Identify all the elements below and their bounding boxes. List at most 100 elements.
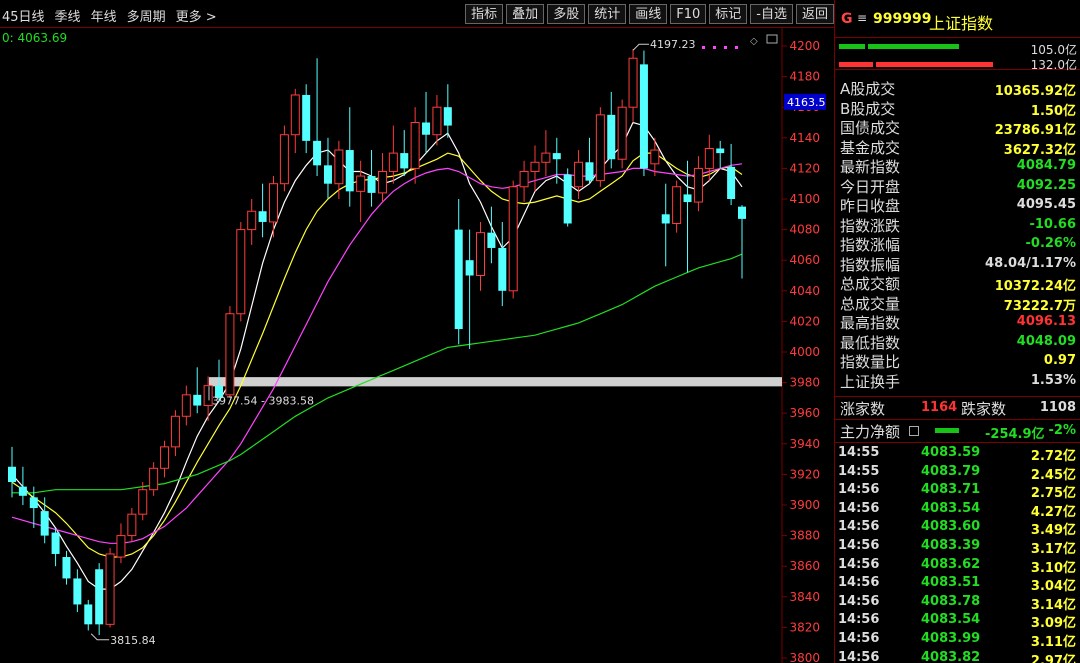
minimize-icon (766, 34, 778, 44)
tick-amount: 3.04亿 (1030, 579, 1076, 595)
quote-row: 指数量比 0.97 (835, 351, 1080, 371)
quote-value: 4092.25 (1016, 177, 1076, 193)
candle-body (29, 497, 38, 509)
expand-icon[interactable] (909, 426, 919, 436)
price-tick-label: 4000 (789, 345, 820, 359)
tick-price: 4083.59 (921, 445, 981, 460)
period-tab[interactable]: 45日线 (2, 6, 45, 25)
kline-chart[interactable]: 4200418041604140412041004080406040404020… (0, 28, 834, 663)
quote-row: 总成交额 10372.24亿 (835, 273, 1080, 294)
ma-line-3 (12, 253, 743, 494)
quote-value: 4084.79 (1016, 158, 1076, 173)
period-tab[interactable]: 更多 > (176, 6, 217, 25)
toolbar-button[interactable]: 多股 (547, 4, 586, 24)
candle-body (454, 229, 463, 330)
tick-row: 14:55 4083.59 2.72亿 (835, 444, 1080, 464)
quote-value: 73222.7万 (1003, 298, 1076, 314)
candle-body (356, 175, 366, 192)
quote-label: 指数量比 (840, 353, 901, 371)
toolbar-button[interactable]: 画线 (629, 4, 668, 24)
ma-line-2 (11, 163, 743, 544)
period-tab[interactable]: 年线 (91, 6, 117, 25)
quote-value: 10365.92亿 (994, 84, 1076, 99)
quote-label: 最新指数 (840, 158, 901, 176)
tick-time: 14:56 (838, 612, 880, 628)
tick-price: 4083.71 (921, 482, 981, 498)
quote-row: 最低指数 4048.09 (835, 332, 1080, 352)
candle-body (432, 106, 442, 136)
price-tick-label: 4080 (789, 223, 820, 237)
quote-label: 国债成交 (840, 119, 901, 137)
candle-body (149, 467, 159, 491)
toolbar-button[interactable]: 叠加 (506, 4, 545, 24)
high-annotation: 4197.23 (650, 38, 696, 51)
candle-body (704, 148, 714, 169)
price-tick-label: 3900 (789, 498, 820, 512)
tick-time: 14:55 (838, 445, 880, 460)
toolbar-button[interactable]: 指标 (465, 4, 504, 24)
quote-row: A股成交 10365.92亿 (835, 78, 1080, 99)
ma-line-0 (11, 121, 743, 590)
tick-row: 14:56 4083.62 3.10亿 (835, 556, 1080, 576)
tick-price: 4083.82 (921, 649, 981, 663)
marker-dot (724, 46, 727, 49)
price-tick-label: 4020 (789, 314, 820, 328)
candle-body (302, 94, 311, 141)
candle-body (530, 161, 540, 172)
low-annotation: 3815.84 (110, 634, 156, 647)
decline-value: 1108 (1039, 400, 1076, 415)
candle-body (225, 313, 235, 396)
tick-price: 4083.99 (921, 631, 981, 646)
toolbar-button[interactable]: F10 (670, 4, 707, 24)
price-tick-label: 4060 (789, 253, 820, 267)
quote-panel: G ≡ 999999 上证指数 105.0亿 132.0亿 A股成交 10365.… (834, 0, 1080, 663)
candle-body (661, 214, 670, 224)
quote-label: A股成交 (840, 80, 896, 98)
candle-body (73, 578, 82, 605)
toolbar-button[interactable]: 统计 (588, 4, 627, 24)
tick-amount: 3.17亿 (1030, 542, 1076, 557)
price-tick-label: 4180 (789, 70, 820, 84)
toolbar-button[interactable]: 返回 (795, 4, 834, 24)
tick-row: 14:56 4083.51 3.04亿 (835, 574, 1080, 595)
quote-label: 今日开盘 (840, 177, 901, 196)
quote-label: 基金成交 (840, 138, 901, 157)
toolbar-button[interactable]: 标记 (709, 4, 748, 24)
period-tab[interactable]: 季线 (55, 6, 81, 25)
tick-price: 4083.54 (921, 612, 981, 628)
quote-value: 4096.13 (1016, 314, 1076, 329)
tick-row: 14:56 4083.60 3.49亿 (835, 518, 1080, 538)
menu-icon[interactable]: ≡ (857, 11, 867, 25)
group-g-label[interactable]: G (841, 11, 853, 27)
quote-row: B股成交 1.50亿 (835, 98, 1080, 119)
sell-bar-value: 132.0亿 (1030, 58, 1077, 72)
quote-value: 10372.24亿 (994, 279, 1076, 294)
quote-row: 最高指数 4096.13 (835, 312, 1080, 332)
candle-body (377, 170, 387, 194)
period-tab[interactable]: 多周期 (127, 6, 166, 25)
marker-dot (702, 46, 705, 49)
candle-body (116, 535, 126, 558)
candle-body (95, 569, 104, 625)
tick-time: 14:56 (838, 482, 880, 498)
quote-value: -0.26% (1025, 236, 1077, 251)
candle-body (738, 206, 746, 219)
candle-body (422, 122, 431, 135)
candle-body (345, 150, 354, 192)
quote-row: 今日开盘 4092.25 (835, 176, 1080, 196)
quote-value: 4095.45 (1016, 197, 1076, 212)
candle-body (84, 604, 93, 625)
tick-row: 14:56 4083.54 3.09亿 (835, 611, 1080, 631)
quote-row: 指数涨幅 -0.26% (835, 234, 1080, 254)
tick-price: 4083.78 (921, 593, 981, 609)
quote-row: 上证换手 1.53% (835, 371, 1080, 391)
candle-body (607, 114, 616, 160)
tick-price: 4083.79 (921, 463, 981, 479)
toolbar-button[interactable]: -自选 (750, 4, 793, 24)
tick-time: 14:56 (838, 631, 880, 646)
period-tabs: 45日线 季线 年线 多周期 更多 > (2, 6, 217, 25)
candle-body (193, 394, 202, 406)
tick-row: 14:56 4083.39 3.17亿 (835, 537, 1080, 557)
price-tick-label: 4040 (789, 284, 820, 298)
decline-label: 跌家数 (961, 400, 1007, 418)
